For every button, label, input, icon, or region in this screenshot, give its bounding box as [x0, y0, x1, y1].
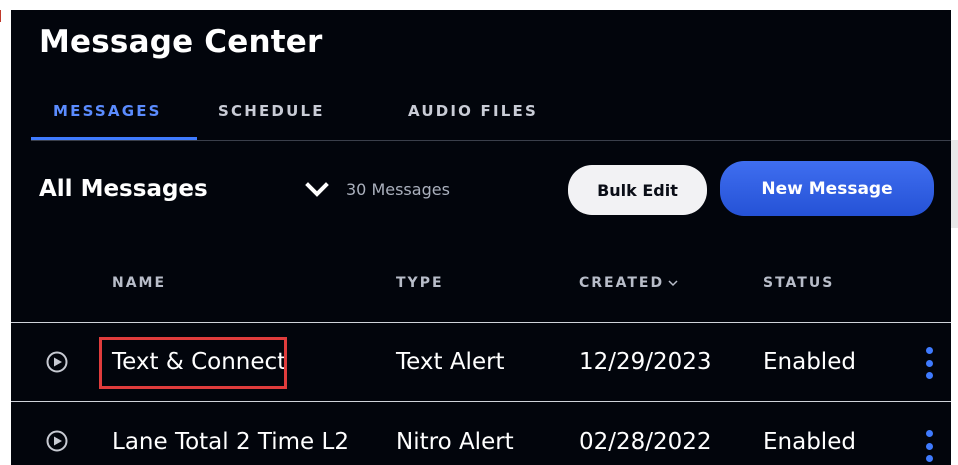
table-row[interactable]: Text & Connect Text Alert 12/29/2023 Ena…	[11, 323, 951, 401]
tab-audio-files[interactable]: AUDIO FILES	[408, 102, 538, 132]
edge-marker	[0, 10, 1, 22]
tabs-divider	[31, 140, 951, 141]
tab-bar: MESSAGES SCHEDULE AUDIO FILES	[31, 102, 951, 141]
chevron-down-icon[interactable]	[305, 180, 329, 200]
message-filter-label[interactable]: All Messages	[39, 176, 208, 202]
column-header-created[interactable]: CREATED	[579, 275, 678, 291]
column-header-status: STATUS	[763, 275, 835, 291]
tab-schedule[interactable]: SCHEDULE	[218, 102, 325, 132]
new-message-button[interactable]: New Message	[720, 161, 934, 216]
column-header-created-label: CREATED	[579, 275, 665, 291]
row-status: Enabled	[763, 349, 856, 375]
play-circle-icon[interactable]	[46, 430, 68, 452]
sort-chevron-icon	[668, 280, 678, 287]
page-title: Message Center	[39, 24, 323, 60]
column-header-type: TYPE	[396, 275, 444, 291]
message-count: 30 Messages	[346, 180, 450, 199]
bulk-edit-button[interactable]: Bulk Edit	[568, 165, 707, 215]
kebab-menu-icon[interactable]	[924, 430, 934, 462]
column-header-name: NAME	[112, 275, 167, 291]
row-name[interactable]: Text & Connect	[112, 349, 286, 375]
row-type: Nitro Alert	[396, 429, 514, 455]
row-type: Text Alert	[396, 349, 505, 375]
play-circle-icon[interactable]	[46, 351, 68, 373]
table-row[interactable]: Lane Total 2 Time L2 Nitro Alert 02/28/2…	[11, 402, 951, 465]
row-created: 12/29/2023	[579, 349, 712, 375]
row-name[interactable]: Lane Total 2 Time L2	[112, 429, 349, 455]
kebab-menu-icon[interactable]	[924, 347, 934, 379]
row-status: Enabled	[763, 429, 856, 455]
message-center-panel: Message Center MESSAGES SCHEDULE AUDIO F…	[11, 10, 951, 465]
tab-messages[interactable]: MESSAGES	[53, 102, 162, 132]
row-created: 02/28/2022	[579, 429, 712, 455]
scrollbar-thumb[interactable]	[950, 140, 958, 228]
